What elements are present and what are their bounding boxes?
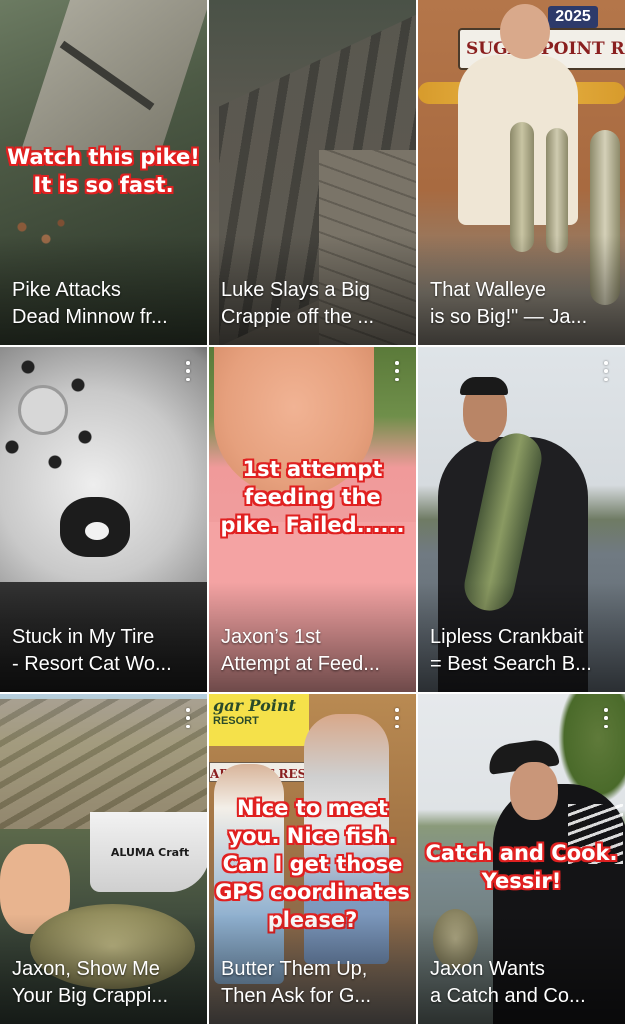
overlay-caption: Catch and Cook. Yessir! [425, 841, 618, 893]
person-head [500, 4, 550, 59]
video-tile-luke-crappie[interactable]: Luke Slays a Big Crappie off the ... [209, 0, 416, 345]
video-tile-pike-attacks[interactable]: Watch this pike! It is so fast. Pike Att… [0, 0, 207, 345]
video-tile-walleye[interactable]: SUGAR POINT RE 2025 That Walleye is so B… [418, 0, 625, 345]
video-title[interactable]: Stuck in My Tire - Resort Cat Wo... [12, 624, 199, 678]
boat-image: ALUMA Craft [90, 812, 207, 892]
more-vert-icon[interactable] [601, 361, 611, 381]
sign-year: 2025 [548, 6, 598, 28]
cap [460, 377, 508, 395]
resort-sign: gar Point RESORT [209, 694, 309, 746]
video-title[interactable]: Pike Attacks Dead Minnow fr... [12, 277, 199, 331]
more-vert-icon[interactable] [601, 708, 611, 728]
shorts-grid: Watch this pike! It is so fast. Pike Att… [0, 0, 625, 1024]
video-title[interactable]: Luke Slays a Big Crappie off the ... [221, 277, 408, 331]
video-tile-lipless-crankbait[interactable]: Lipless Crankbait = Best Search B... [418, 347, 625, 692]
more-vert-icon[interactable] [392, 708, 402, 728]
video-title[interactable]: Jaxon’s 1st Attempt at Feed... [221, 624, 408, 678]
overlay-caption: Watch this pike! It is so fast. [7, 145, 200, 197]
video-title[interactable]: That Walleye is so Big!" — Ja... [430, 277, 617, 331]
more-vert-icon[interactable] [183, 708, 193, 728]
walleye-fish-1 [510, 122, 534, 252]
video-title[interactable]: Lipless Crankbait = Best Search B... [430, 624, 617, 678]
cat-face [85, 522, 109, 540]
more-vert-icon[interactable] [183, 361, 193, 381]
stairs-image [0, 699, 207, 829]
video-title[interactable]: Butter Them Up, Then Ask for G... [221, 956, 408, 1010]
overlay-caption: 1st attempt feeding the pike. Failed....… [220, 457, 405, 537]
video-tile-jaxon-crappie[interactable]: ALUMA Craft Jaxon, Show Me Your Big Crap… [0, 694, 207, 1024]
video-tile-cat-tire[interactable]: Stuck in My Tire - Resort Cat Wo... [0, 347, 207, 692]
overlay-caption: Nice to meet you. Nice fish. Can I get t… [215, 796, 410, 932]
video-tile-butter-them-up[interactable]: gar Point RESORT ARPOINT RESOR Nice to m… [209, 694, 416, 1024]
more-vert-icon[interactable] [392, 361, 402, 381]
video-tile-catch-and-cook[interactable]: Catch and Cook. Yessir! Jaxon Wants a Ca… [418, 694, 625, 1024]
fisherman-head [510, 762, 558, 820]
video-title[interactable]: Jaxon, Show Me Your Big Crappi... [12, 956, 199, 1010]
video-tile-jaxon-first-attempt[interactable]: 1st attempt feeding the pike. Failed....… [209, 347, 416, 692]
video-title[interactable]: Jaxon Wants a Catch and Co... [430, 956, 617, 1010]
